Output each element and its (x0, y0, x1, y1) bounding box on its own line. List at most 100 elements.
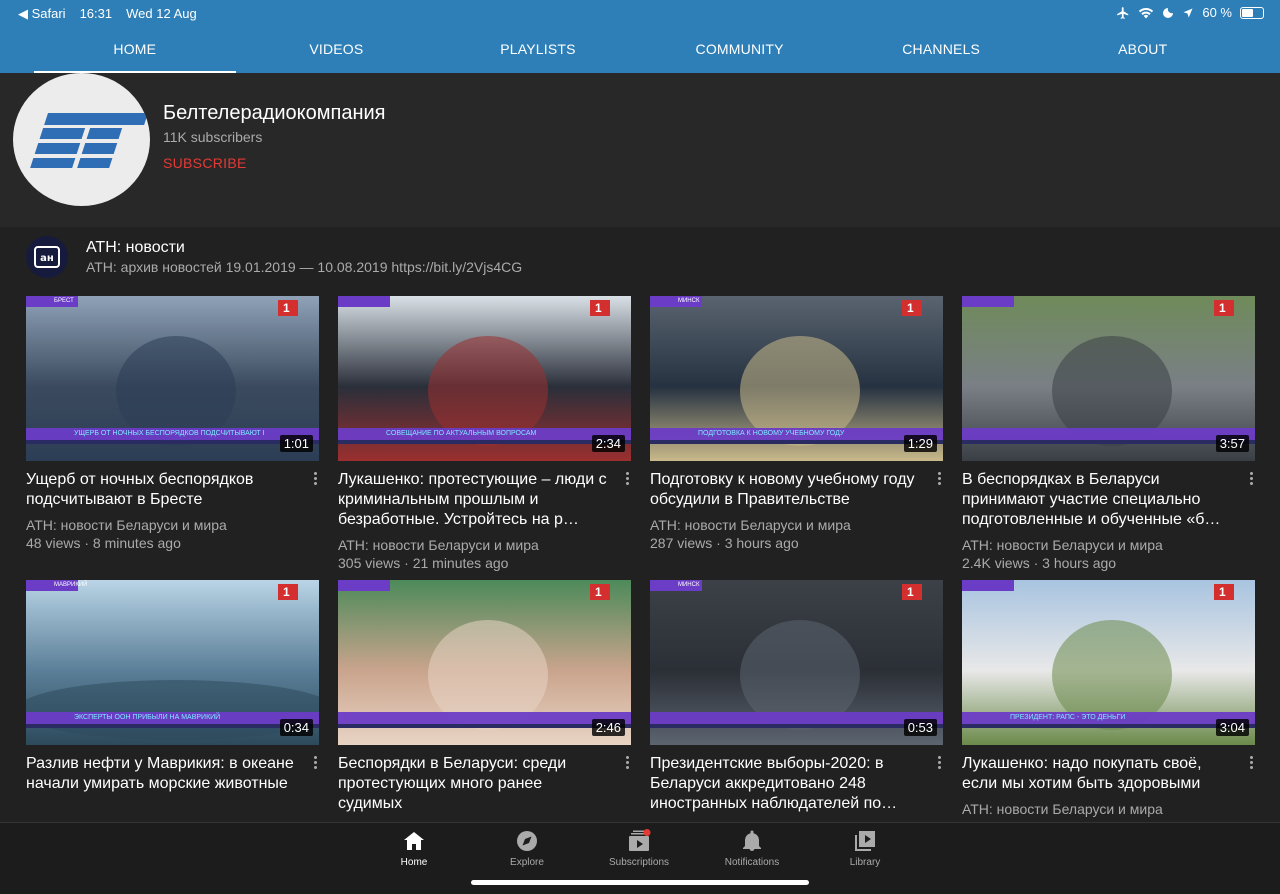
do-not-disturb-icon (1163, 7, 1174, 18)
video-title[interactable]: Беспорядки в Беларуси: среди протестующи… (338, 754, 610, 814)
city-label: МАВРИКИЙ (54, 582, 88, 588)
status-bar: ◀ Safari 16:31 Wed 12 Aug 60 % (0, 0, 1280, 26)
video-thumbnail[interactable]: ЭКСПЕРТЫ ООН ПРИБЫЛИ НА МАВРИКИЙ МАВРИКИ… (26, 580, 319, 745)
date: Wed 12 Aug (126, 6, 197, 21)
library-icon (855, 831, 875, 851)
video-title[interactable]: Президентские выборы-2020: в Беларуси ак… (650, 754, 922, 814)
video-title[interactable]: Лукашенко: надо покупать своё, если мы х… (962, 754, 1234, 794)
back-to-app-link[interactable]: ◀ Safari (18, 6, 66, 22)
channel-one-logo: 1 (283, 301, 290, 315)
video-duration: 3:57 (1215, 435, 1249, 452)
tab-community[interactable]: COMMUNITY (639, 26, 841, 73)
video-duration: 0:53 (903, 719, 937, 736)
channel-tabs: HOME VIDEOS PLAYLISTS COMMUNITY CHANNELS… (0, 26, 1280, 73)
shelf-channel-icon[interactable]: ан (26, 236, 68, 278)
channel-logo (30, 113, 149, 168)
channel-one-logo: 1 (907, 585, 914, 599)
channel-one-logo: 1 (1219, 301, 1226, 315)
airplane-icon (1117, 6, 1129, 19)
ticker-text: ПРЕЗИДЕНТ: РАПС - ЭТО ДЕНЬГИ (1010, 714, 1126, 721)
video-thumbnail[interactable]: ПОДГОТОВКА К НОВОМУ УЧЕБНОМУ ГОДУ МИНСК … (650, 296, 943, 461)
battery-icon (1240, 6, 1264, 19)
subscriptions-icon (629, 829, 651, 851)
nav-home[interactable]: Home (374, 829, 454, 868)
shelf-description: АТН: архив новостей 19.01.2019 — 10.08.2… (86, 259, 523, 275)
nav-home-label: Home (400, 857, 428, 868)
ticker-text: ПОДГОТОВКА К НОВОМУ УЧЕБНОМУ ГОДУ (698, 430, 845, 437)
channel-avatar[interactable] (13, 73, 150, 206)
video-duration: 3:04 (1215, 719, 1249, 736)
ticker-text: УЩЕРБ ОТ НОЧНЫХ БЕСПОРЯДКОВ ПОДСЧИТЫВАЮТ… (74, 430, 264, 437)
tab-home[interactable]: HOME (34, 26, 236, 73)
channel-one-logo: 1 (907, 301, 914, 315)
shelf-title[interactable]: АТН: новости (86, 239, 185, 257)
channel-name: Белтелерадиокомпания (163, 102, 386, 124)
location-icon (1183, 8, 1193, 17)
battery-percent: 60 % (1202, 5, 1232, 20)
nav-subscriptions[interactable]: Subscriptions (599, 829, 679, 868)
nav-explore[interactable]: Explore (487, 829, 567, 868)
bell-icon (743, 830, 761, 851)
subscriber-count: 11K subscribers (163, 129, 263, 145)
channel-header: Белтелерадиокомпания 11K subscribers SUB… (0, 73, 1280, 227)
nav-notifications[interactable]: Notifications (712, 829, 792, 868)
nav-library-label: Library (849, 857, 881, 868)
video-duration: 1:29 (903, 435, 937, 452)
video-title[interactable]: Разлив нефти у Маврикия: в океане начали… (26, 754, 298, 814)
subscribe-button[interactable]: SUBSCRIBE (163, 155, 247, 171)
video-stats: 287 views · 3 hours ago (650, 535, 799, 551)
more-options-icon[interactable] (935, 472, 943, 486)
nav-explore-label: Explore (510, 857, 544, 868)
home-icon (404, 832, 424, 850)
video-thumbnail[interactable]: 1 2:46 (338, 580, 631, 745)
video-thumbnail[interactable]: ПРЕЗИДЕНТ: РАПС - ЭТО ДЕНЬГИ 1 3:04 (962, 580, 1255, 745)
video-stats: 48 views · 8 minutes ago (26, 535, 181, 551)
video-title[interactable]: Ущерб от ночных беспорядков подсчитывают… (26, 470, 298, 510)
video-stats: 2.4K views · 3 hours ago (962, 555, 1117, 571)
video-stats: 305 views · 21 minutes ago (338, 555, 509, 571)
video-channel: АТН: новости Беларуси и мира (650, 517, 851, 533)
more-options-icon[interactable] (1247, 756, 1255, 770)
clock: 16:31 (79, 6, 113, 21)
tab-about[interactable]: ABOUT (1042, 26, 1244, 73)
video-duration: 2:34 (591, 435, 625, 452)
more-options-icon[interactable] (623, 472, 631, 486)
video-title[interactable]: В беспорядках в Беларуси принимают участ… (962, 470, 1234, 530)
more-options-icon[interactable] (935, 756, 943, 770)
video-channel: АТН: новости Беларуси и мира (962, 537, 1163, 553)
city-label: БРЕСТ (54, 298, 74, 304)
wifi-icon (1139, 7, 1154, 19)
video-channel: АТН: новости Беларуси и мира (962, 801, 1163, 817)
video-duration: 1:01 (279, 435, 313, 452)
more-options-icon[interactable] (1247, 472, 1255, 486)
tab-videos[interactable]: VIDEOS (236, 26, 438, 73)
city-label: МИНСК (678, 582, 700, 588)
tab-playlists[interactable]: PLAYLISTS (437, 26, 639, 73)
video-thumbnail[interactable]: СОВЕЩАНИЕ ПО АКТУАЛЬНЫМ ВОПРОСАМ 1 2:34 (338, 296, 631, 461)
video-title[interactable]: Подготовку к новому учебному году обсуди… (650, 470, 922, 510)
video-duration: 2:46 (591, 719, 625, 736)
nav-library[interactable]: Library (825, 829, 905, 868)
more-options-icon[interactable] (623, 756, 631, 770)
home-indicator[interactable] (471, 880, 809, 885)
video-title[interactable]: Лукашенко: протестующие – люди с кримина… (338, 470, 610, 530)
tab-channels[interactable]: CHANNELS (840, 26, 1042, 73)
channel-one-logo: 1 (595, 585, 602, 599)
video-channel: АТН: новости Беларуси и мира (338, 537, 539, 553)
city-label: МИНСК (678, 298, 700, 304)
svg-text:ан: ан (40, 253, 54, 264)
more-options-icon[interactable] (311, 472, 319, 486)
video-thumbnail[interactable]: МИНСК 1 0:53 (650, 580, 943, 745)
channel-one-logo: 1 (1219, 585, 1226, 599)
channel-one-logo: 1 (595, 301, 602, 315)
channel-one-logo: 1 (283, 585, 290, 599)
ticker-text: ЭКСПЕРТЫ ООН ПРИБЫЛИ НА МАВРИКИЙ (74, 714, 221, 721)
video-duration: 0:34 (279, 719, 313, 736)
more-options-icon[interactable] (311, 756, 319, 770)
video-channel: АТН: новости Беларуси и мира (26, 517, 227, 533)
nav-notifications-label: Notifications (724, 857, 780, 868)
compass-icon (517, 831, 537, 851)
ticker-text: СОВЕЩАНИЕ ПО АКТУАЛЬНЫМ ВОПРОСАМ (386, 430, 537, 437)
video-thumbnail[interactable]: УЩЕРБ ОТ НОЧНЫХ БЕСПОРЯДКОВ ПОДСЧИТЫВАЮТ… (26, 296, 319, 461)
video-thumbnail[interactable]: 1 3:57 (962, 296, 1255, 461)
